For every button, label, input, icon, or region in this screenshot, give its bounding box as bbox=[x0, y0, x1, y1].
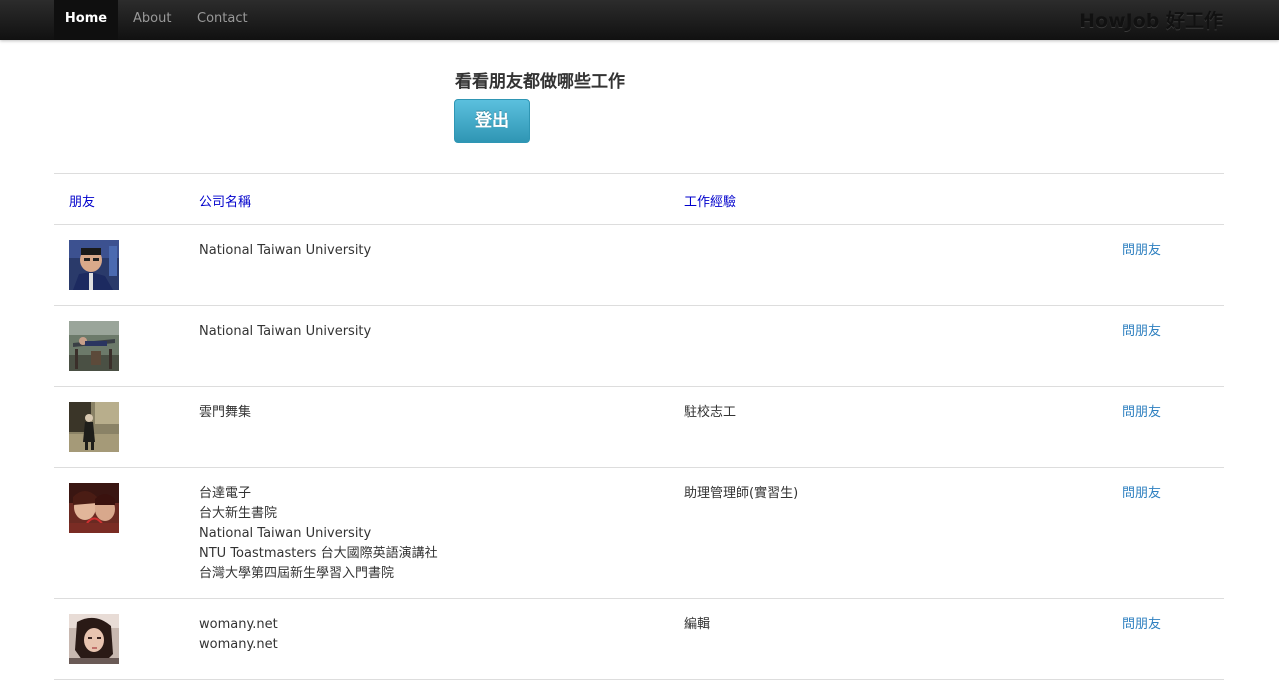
top-navbar: Home About Contact HowJob 好工作 bbox=[0, 0, 1279, 40]
table-row: womany.net womany.net 編輯 問朋友 bbox=[54, 599, 1224, 680]
company-name: 台灣大學第四屆新生學習入門書院 bbox=[199, 566, 395, 581]
experience-title: 編輯 bbox=[684, 617, 711, 632]
table-row: National Taiwan University 問朋友 bbox=[54, 225, 1224, 306]
avatar bbox=[69, 402, 119, 452]
main-nav: Home About Contact bbox=[54, 0, 263, 40]
ask-friend-link[interactable]: 問朋友 bbox=[1122, 615, 1161, 635]
company-name: National Taiwan University bbox=[199, 526, 372, 541]
brand-logo[interactable]: HowJob 好工作 bbox=[1079, 6, 1223, 33]
table-row: 雲門舞集 駐校志工 問朋友 bbox=[54, 387, 1224, 468]
friends-table: 朋友 公司名稱 工作經驗 National Taiwan University … bbox=[54, 173, 1224, 680]
nav-about[interactable]: About bbox=[118, 0, 182, 40]
header-friend[interactable]: 朋友 bbox=[69, 191, 95, 210]
company-cell: womany.net womany.net bbox=[199, 615, 659, 655]
nav-home[interactable]: Home bbox=[54, 0, 118, 40]
company-cell: 台達電子 台大新生書院 National Taiwan University N… bbox=[199, 484, 659, 584]
nav-contact[interactable]: Contact bbox=[182, 0, 263, 40]
company-name: National Taiwan University bbox=[199, 243, 372, 258]
company-name: 台達電子 bbox=[199, 486, 252, 501]
company-cell: National Taiwan University bbox=[199, 241, 659, 261]
logout-button[interactable]: 登出 bbox=[454, 99, 530, 143]
ask-friend-link[interactable]: 問朋友 bbox=[1122, 322, 1161, 342]
experience-title: 駐校志工 bbox=[684, 405, 737, 420]
table-header: 朋友 公司名稱 工作經驗 bbox=[54, 174, 1224, 225]
company-cell: 雲門舞集 bbox=[199, 403, 659, 423]
company-name: womany.net bbox=[199, 637, 278, 652]
company-name: womany.net bbox=[199, 617, 278, 632]
company-name: 台大新生書院 bbox=[199, 506, 278, 521]
company-name: National Taiwan University bbox=[199, 324, 372, 339]
experience-title: 助理管理師(實習生) bbox=[684, 486, 799, 501]
table-row: National Taiwan University 問朋友 bbox=[54, 306, 1224, 387]
experience-cell: 助理管理師(實習生) bbox=[684, 484, 1084, 504]
company-name: 雲門舞集 bbox=[199, 405, 252, 420]
ask-friend-link[interactable]: 問朋友 bbox=[1122, 403, 1161, 423]
header-experience[interactable]: 工作經驗 bbox=[684, 191, 736, 210]
header-company[interactable]: 公司名稱 bbox=[199, 191, 251, 210]
avatar bbox=[69, 321, 119, 371]
ask-friend-link[interactable]: 問朋友 bbox=[1122, 484, 1161, 504]
experience-cell: 駐校志工 bbox=[684, 403, 1084, 423]
page-title: 看看朋友都做哪些工作 bbox=[455, 72, 625, 92]
experience-cell: 編輯 bbox=[684, 615, 1084, 635]
avatar bbox=[69, 240, 119, 290]
company-name: NTU Toastmasters 台大國際英語演講社 bbox=[199, 546, 438, 561]
avatar bbox=[69, 483, 119, 533]
table-row: 台達電子 台大新生書院 National Taiwan University N… bbox=[54, 468, 1224, 599]
ask-friend-link[interactable]: 問朋友 bbox=[1122, 241, 1161, 261]
company-cell: National Taiwan University bbox=[199, 322, 659, 342]
avatar bbox=[69, 614, 119, 664]
